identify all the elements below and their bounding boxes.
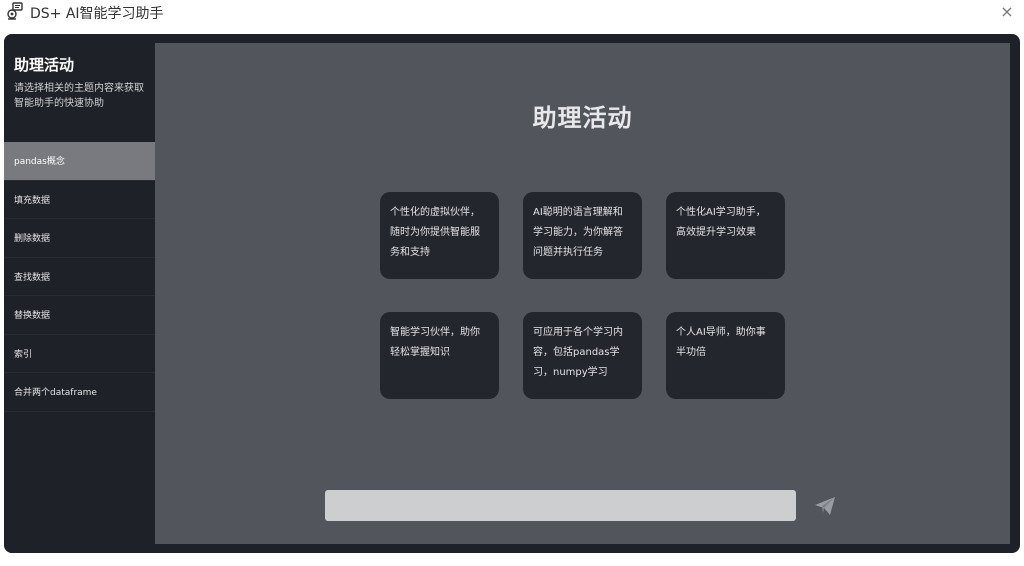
sidebar-item-fill-data[interactable]: 填充数据 [4,181,155,219]
chat-input[interactable] [325,490,796,521]
sidebar-title: 助理活动 [14,56,75,74]
feature-card[interactable]: 个性化AI学习助手，高效提升学习效果 [666,192,785,279]
feature-card[interactable]: 个人AI导师，助你事半功倍 [666,312,785,399]
feature-card[interactable]: 可应用于各个学习内容，包括pandas学习，numpy学习 [523,312,642,399]
title-bar: DS+ AI智能学习助手 × [0,0,1024,28]
sidebar-header: 助理活动 请选择相关的主题内容来获取智能助手的快速协助 [4,34,155,142]
sidebar-menu: pandas概念 填充数据 删除数据 查找数据 替换数据 索引 合并两个data… [4,142,155,412]
window-title: DS+ AI智能学习助手 [30,6,164,22]
page-title: 助理活动 [532,104,633,132]
sidebar-item-replace-data[interactable]: 替换数据 [4,296,155,335]
paper-plane-icon[interactable] [813,494,837,518]
sidebar-item-find-data[interactable]: 查找数据 [4,258,155,296]
sidebar: 助理活动 请选择相关的主题内容来获取智能助手的快速协助 pandas概念 填充数… [4,34,155,553]
feature-card[interactable]: AI聪明的语言理解和学习能力，为你解答问题并执行任务 [523,192,642,279]
app-logo-icon [7,2,23,20]
sidebar-item-delete-data[interactable]: 删除数据 [4,219,155,258]
sidebar-item-pandas-concept[interactable]: pandas概念 [4,142,155,181]
app-frame: 助理活动 请选择相关的主题内容来获取智能助手的快速协助 pandas概念 填充数… [4,34,1020,553]
main-panel: 助理活动 个性化的虚拟伙伴，随时为你提供智能服务和支持 AI聪明的语言理解和学习… [155,43,1010,544]
feature-card[interactable]: 个性化的虚拟伙伴，随时为你提供智能服务和支持 [380,192,499,279]
feature-card[interactable]: 智能学习伙伴，助你轻松掌握知识 [380,312,499,399]
sidebar-description: 请选择相关的主题内容来获取智能助手的快速协助 [14,83,144,109]
sidebar-item-index[interactable]: 索引 [4,335,155,373]
close-button[interactable]: × [998,3,1016,21]
sidebar-item-merge-dataframes[interactable]: 合并两个dataframe [4,373,155,412]
